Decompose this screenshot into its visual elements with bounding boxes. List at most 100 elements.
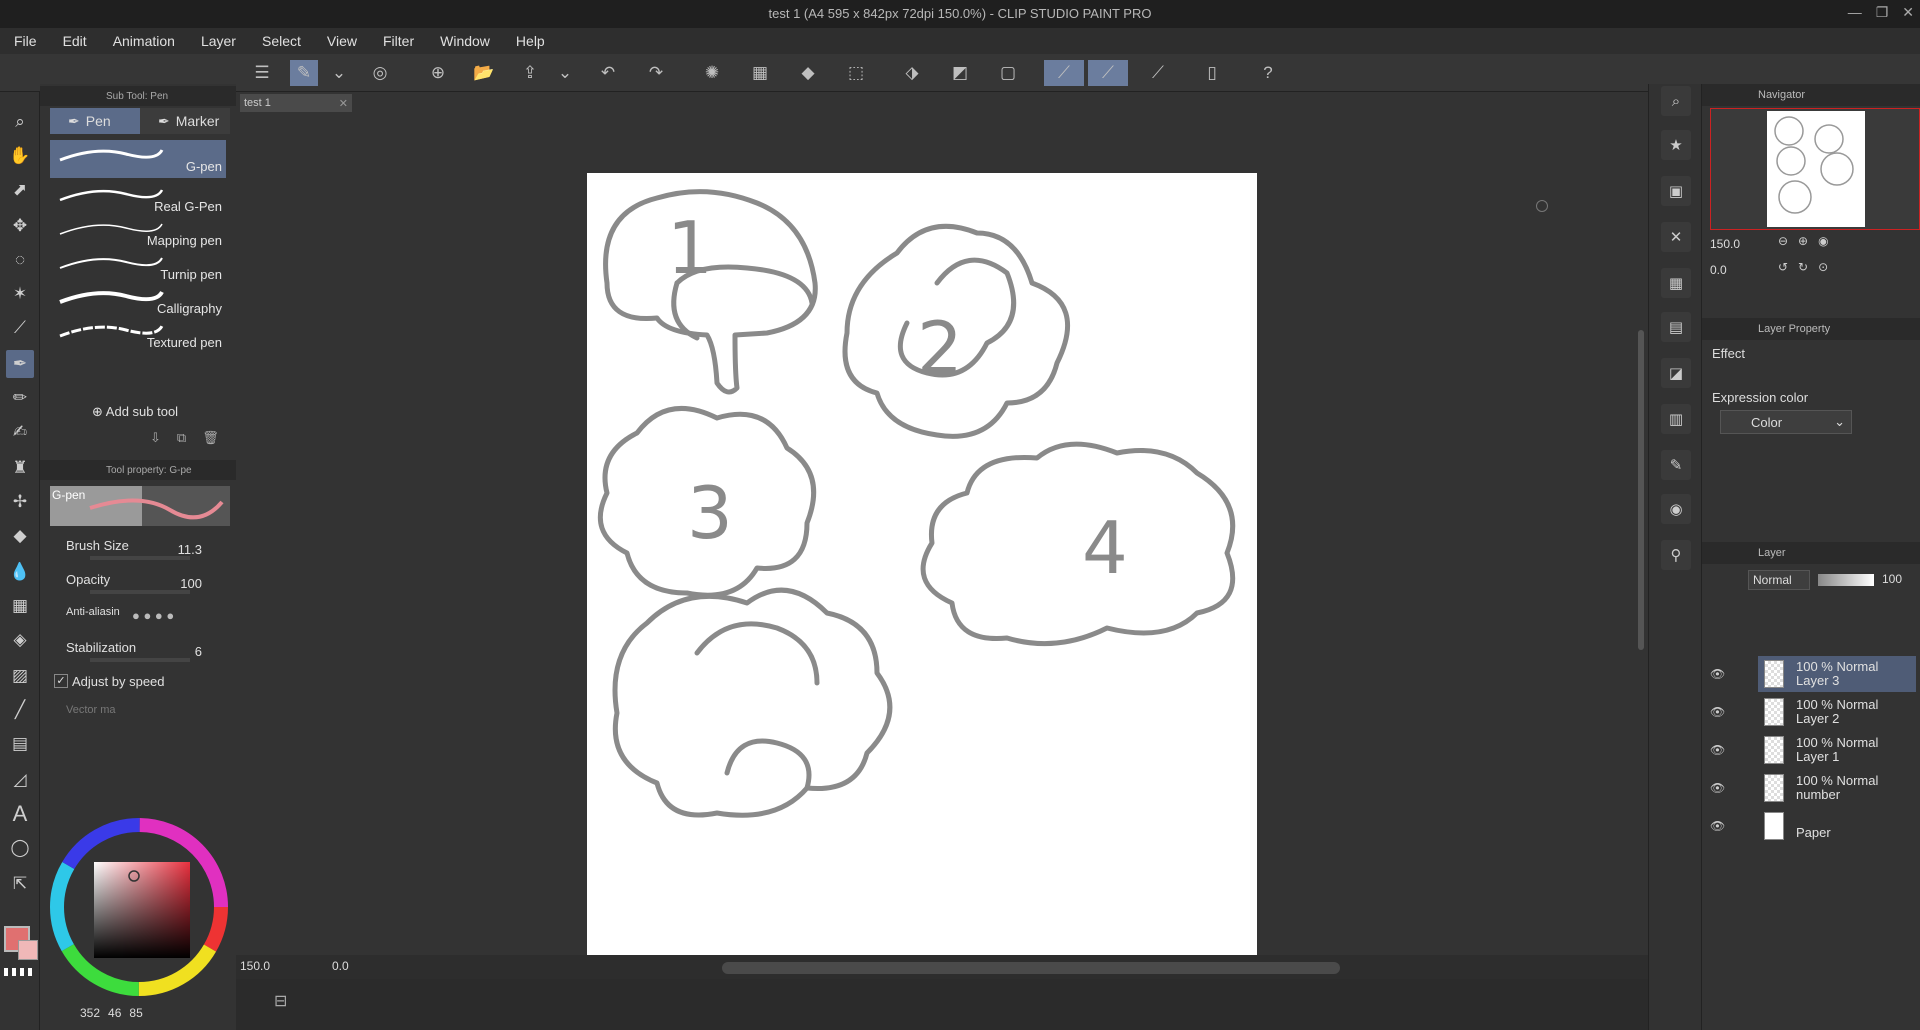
hand-icon[interactable]: ✋ — [6, 142, 34, 170]
balloon-icon[interactable]: ◯ — [6, 834, 34, 862]
navigator-zoom-value[interactable]: 150.0 — [1710, 237, 1740, 251]
adjust-by-speed-row[interactable]: ✓ Adjust by speed — [50, 670, 230, 700]
opacity-value[interactable]: 100 — [180, 576, 202, 591]
camera-icon[interactable]: ◉ — [1661, 494, 1691, 524]
chevron-down-icon[interactable]: ⌄ — [330, 60, 348, 86]
menu-animation[interactable]: Animation — [113, 33, 175, 49]
duplicate-icon[interactable]: ⧉ — [177, 430, 186, 446]
status-zoom[interactable]: 150.0 — [240, 959, 270, 973]
menu-window[interactable]: Window — [440, 33, 490, 49]
rotate-controls[interactable]: ↺↻⊙ — [1778, 260, 1838, 274]
brush-turnip-pen[interactable]: Turnip pen — [50, 248, 226, 286]
help-icon[interactable]: ? — [1254, 60, 1282, 86]
pattern-icon[interactable]: ◪ — [1661, 358, 1691, 388]
navigator-preview[interactable] — [1710, 108, 1920, 230]
edit-icon[interactable]: ✎ — [1661, 450, 1691, 480]
move-icon[interactable]: ✥ — [6, 212, 34, 240]
zoom-icon[interactable]: ⌕ — [6, 108, 34, 136]
fill-bucket-icon[interactable]: ◈ — [6, 626, 34, 654]
tab-marker[interactable]: ✒ Marker — [140, 108, 230, 134]
airbrush-icon[interactable]: ♜ — [6, 454, 34, 482]
antialias-options[interactable]: ● ● ● ● — [132, 608, 174, 623]
save-dropdown-icon[interactable]: ⌄ — [556, 60, 574, 86]
sub-color-swatch[interactable] — [18, 940, 38, 960]
snap-special-icon[interactable]: ⟋ — [1088, 60, 1128, 86]
close-tab-icon[interactable]: ✕ — [339, 97, 348, 110]
frame-icon[interactable]: ▤ — [6, 730, 34, 758]
close-icon[interactable]: ✕ — [1902, 4, 1914, 21]
brush-mapping-pen[interactable]: Mapping pen — [50, 214, 226, 252]
expression-color-select[interactable]: Color ⌄ — [1720, 410, 1852, 434]
pen-icon[interactable]: ✒ — [6, 350, 34, 378]
brush-tool-icon[interactable]: ✎ — [290, 60, 318, 86]
grid-icon[interactable]: ▦ — [1661, 268, 1691, 298]
transform-icon[interactable]: ⬚ — [842, 60, 870, 86]
redo-icon[interactable]: ↷ — [642, 60, 670, 86]
undo-icon[interactable]: ↶ — [594, 60, 622, 86]
decoration-icon[interactable]: ✢ — [6, 488, 34, 516]
menu-select[interactable]: Select — [262, 33, 301, 49]
layer-item-layer-1[interactable]: 100 % Normal Layer 1 — [1758, 732, 1916, 768]
layer-item-number[interactable]: 100 % Normal number — [1758, 770, 1916, 806]
eye-icon[interactable]: 👁 — [1710, 770, 1728, 806]
brush-real-g-pen[interactable]: Real G-Pen — [50, 180, 226, 218]
layer-item-layer-2[interactable]: 100 % Normal Layer 2 — [1758, 694, 1916, 730]
operation-icon[interactable]: ⬈ — [6, 176, 34, 204]
eyedropper-icon[interactable]: ⟋ — [6, 314, 34, 342]
correction-icon[interactable]: ⇱ — [6, 870, 34, 898]
lasso-icon[interactable]: ◌ — [6, 246, 34, 274]
clear-icon[interactable]: ▦ — [746, 60, 774, 86]
new-icon[interactable]: ⊕ — [424, 60, 452, 86]
figure-mat-icon[interactable]: ⚲ — [1661, 540, 1691, 570]
stabilization-row[interactable]: Stabilization 6 — [50, 636, 230, 666]
snap-grid-icon[interactable]: ⟋ — [1144, 60, 1172, 86]
fill-icon[interactable]: ◆ — [794, 60, 822, 86]
minimize-icon[interactable]: — — [1848, 4, 1862, 21]
layer-mat-icon[interactable]: ▥ — [1661, 404, 1691, 434]
favorite-icon[interactable]: ★ — [1661, 130, 1691, 160]
menu-help[interactable]: Help — [516, 33, 545, 49]
eraser-icon[interactable]: ◆ — [6, 522, 34, 550]
vertical-scrollbar[interactable] — [1638, 330, 1644, 650]
menu-icon[interactable]: ☰ — [248, 60, 276, 86]
menu-file[interactable]: File — [14, 33, 37, 49]
wand-icon[interactable]: ✶ — [6, 280, 34, 308]
menu-view[interactable]: View — [327, 33, 357, 49]
menu-layer[interactable]: Layer — [201, 33, 236, 49]
layer-item-layer-3[interactable]: 100 % Normal Layer 3 — [1758, 656, 1916, 692]
navigator-rotate-value[interactable]: 0.0 — [1710, 263, 1727, 277]
blend-mode-select[interactable]: Normal — [1748, 570, 1810, 590]
stabilization-value[interactable]: 6 — [195, 644, 202, 659]
status-angle[interactable]: 0.0 — [332, 959, 349, 973]
eye-icon[interactable]: 👁 — [1710, 694, 1728, 730]
brush-size-row[interactable]: Brush Size 11.3 — [50, 534, 230, 564]
open-icon[interactable]: 📂 — [470, 60, 498, 86]
brush-g-pen[interactable]: G-pen — [50, 140, 226, 178]
trash-icon[interactable]: 🗑 — [202, 430, 219, 446]
image-icon[interactable]: ▤ — [1661, 312, 1691, 342]
loading-icon[interactable]: ✺ — [698, 60, 726, 86]
document-tab[interactable]: test 1 ✕ — [240, 94, 352, 112]
close-materials-icon[interactable]: ✕ — [1661, 222, 1691, 252]
layer-item-paper[interactable]: Paper — [1758, 808, 1916, 844]
horizontal-scrollbar[interactable] — [722, 962, 1340, 974]
save-icon[interactable]: ⇪ — [516, 60, 544, 86]
adjust-checkbox[interactable]: ✓ — [54, 674, 68, 688]
ruler-icon[interactable]: ◿ — [6, 766, 34, 794]
text-icon[interactable]: A — [6, 800, 34, 828]
add-subtool-button[interactable]: ⊕ Add sub tool — [92, 404, 178, 420]
blend-icon[interactable]: 💧 — [6, 558, 34, 586]
figure-icon[interactable]: ╱ — [6, 696, 34, 724]
panel-toggle-icon[interactable]: ⊟ — [274, 991, 287, 1011]
materials-icon[interactable]: ▣ — [1661, 176, 1691, 206]
frame-border-icon[interactable]: ▦ — [6, 592, 34, 620]
transparent-color-swatch[interactable] — [4, 968, 36, 976]
brush-textured-pen[interactable]: Textured pen — [50, 316, 226, 354]
eye-icon[interactable]: 👁 — [1710, 732, 1728, 768]
search-icon[interactable]: ⌕ — [1661, 86, 1691, 116]
invert-selection-icon[interactable]: ◩ — [946, 60, 974, 86]
drawing-canvas[interactable]: 1 2 3 4 — [587, 173, 1257, 955]
menu-edit[interactable]: Edit — [63, 33, 87, 49]
device-icon[interactable]: ▯ — [1198, 60, 1226, 86]
eye-icon[interactable]: 👁 — [1710, 808, 1728, 844]
